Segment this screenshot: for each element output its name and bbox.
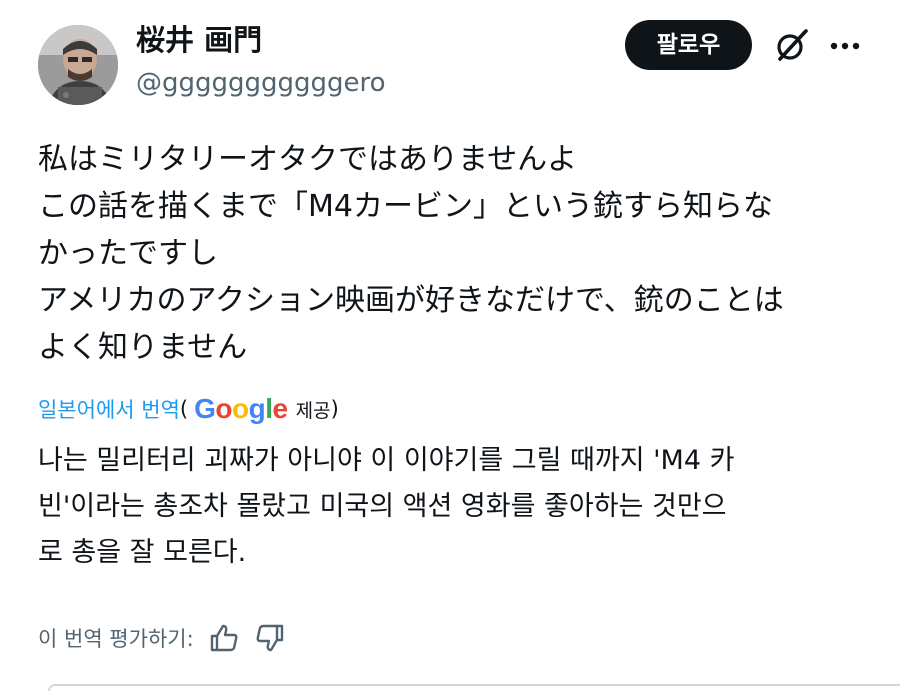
- translated-text-line: 로 총을 잘 모른다.: [38, 537, 247, 568]
- more-options-icon[interactable]: [826, 30, 864, 62]
- translated-text-line: 나는 밀리터리 괴짜가 아니야 이 이야기를 그릴 때까지 'M4 카: [38, 445, 735, 476]
- paren-close: ): [330, 397, 339, 421]
- post-text-translated: 나는 밀리터리 괴짜가 아니야 이 이야기를 그릴 때까지 'M4 카 빈'이라…: [38, 438, 878, 576]
- google-letter: o: [215, 393, 233, 424]
- avatar-photo-icon: [38, 25, 118, 105]
- thumbs-down-icon[interactable]: [254, 622, 286, 654]
- google-letter: o: [232, 393, 249, 424]
- post-header: 桜井 画門 @gggggggggggero 팔로우: [0, 0, 900, 118]
- rate-translation-label: 이 번역 평가하기:: [38, 627, 194, 651]
- post-text-original: 私はミリタリーオタクではありませんよ この話を描くまで「M4カービン」という銃す…: [38, 136, 878, 371]
- post-text-line: アメリカのアクション映画が好きなだけで、銃のことは: [38, 283, 784, 318]
- translated-text-line: 빈'이라는 총조차 몰랐고 미국의 액션 영화를 좋아하는 것만으: [38, 491, 727, 522]
- post-detail: 桜井 画門 @gggggggggggero 팔로우 私はミリタリーオタクではあり…: [0, 0, 900, 691]
- post-text-line: かったですし: [38, 236, 218, 271]
- thumbs-up-icon[interactable]: [208, 622, 240, 654]
- google-letter: G: [194, 393, 216, 424]
- translation-attribution: 일본어에서 번역 ( Google 제공 ): [38, 392, 339, 426]
- post-text-line: この話を描くまで「M4カービン」という銃すら知らな: [38, 189, 773, 224]
- google-logo: Google: [194, 393, 289, 425]
- google-letter: e: [272, 393, 289, 424]
- avatar[interactable]: [38, 25, 118, 105]
- post-text-line: 私はミリタリーオタクではありませんよ: [38, 142, 578, 177]
- follow-button[interactable]: 팔로우: [625, 20, 752, 70]
- google-letter: l: [265, 393, 273, 424]
- google-letter: g: [248, 393, 266, 424]
- paren-open: (: [179, 397, 189, 421]
- next-card-edge: [48, 684, 900, 691]
- provided-by-label: 제공: [295, 399, 331, 422]
- user-handle[interactable]: @gggggggggggero: [136, 66, 386, 100]
- grok-icon[interactable]: [773, 28, 809, 64]
- rate-translation: 이 번역 평가하기:: [38, 618, 286, 658]
- translated-from-link[interactable]: 일본어에서 번역: [38, 394, 180, 424]
- display-name[interactable]: 桜井 画門: [136, 22, 262, 58]
- post-text-line: よく知りません: [38, 330, 248, 365]
